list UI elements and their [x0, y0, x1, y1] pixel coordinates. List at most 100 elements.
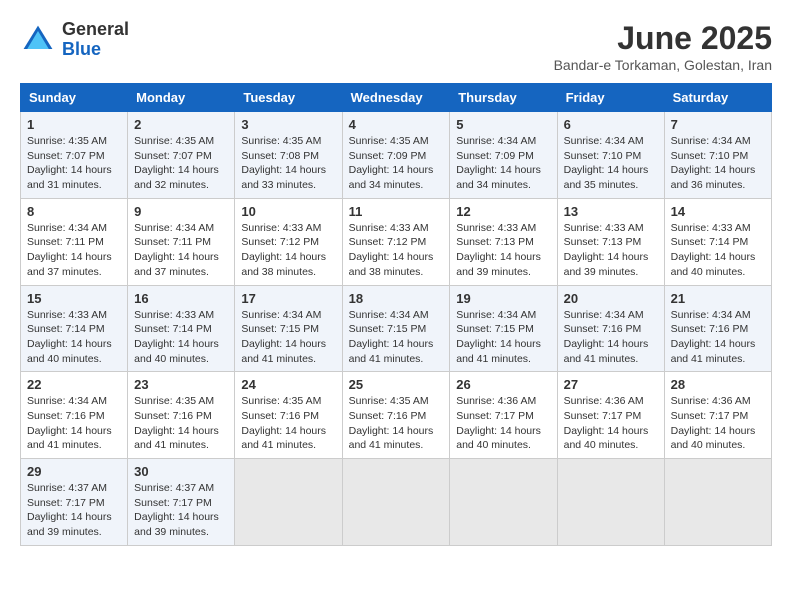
calendar-week-1: 1Sunrise: 4:35 AM Sunset: 7:07 PM Daylig…: [21, 112, 772, 199]
day-number: 22: [27, 377, 121, 392]
calendar-cell: 9 Sunrise: 4:34 AM Sunset: 7:11 PM Daylig…: [128, 198, 235, 285]
day-info: Sunrise: 4:34 AM Sunset: 7:15 PM Dayligh…: [456, 308, 550, 367]
day-info: Sunrise: 4:34 AM Sunset: 7:09 PM Dayligh…: [456, 134, 550, 193]
calendar-cell: 18 Sunrise: 4:34 AM Sunset: 7:15 PM Dayli…: [342, 285, 450, 372]
day-number: 6: [564, 117, 658, 132]
calendar-cell: 29 Sunrise: 4:37 AM Sunset: 7:17 PM Dayli…: [21, 459, 128, 546]
day-number: 7: [671, 117, 765, 132]
day-info: Sunrise: 4:36 AM Sunset: 7:17 PM Dayligh…: [671, 394, 765, 453]
calendar-cell: 10Sunrise: 4:33 AM Sunset: 7:12 PM Dayli…: [235, 198, 342, 285]
column-header-saturday: Saturday: [664, 84, 771, 112]
day-info: Sunrise: 4:34 AM Sunset: 7:10 PM Dayligh…: [671, 134, 765, 193]
calendar-cell: 27Sunrise: 4:36 AM Sunset: 7:17 PM Dayli…: [557, 372, 664, 459]
day-number: 14: [671, 204, 765, 219]
day-info: Sunrise: 4:35 AM Sunset: 7:07 PM Dayligh…: [134, 134, 228, 193]
calendar-header-row: SundayMondayTuesdayWednesdayThursdayFrid…: [21, 84, 772, 112]
page-header: General Blue June 2025 Bandar-e Torkaman…: [20, 20, 772, 73]
day-info: Sunrise: 4:35 AM Sunset: 7:16 PM Dayligh…: [349, 394, 444, 453]
day-number: 24: [241, 377, 335, 392]
day-info: Sunrise: 4:33 AM Sunset: 7:12 PM Dayligh…: [349, 221, 444, 280]
day-number: 13: [564, 204, 658, 219]
logo-text: General Blue: [62, 20, 129, 60]
calendar-cell: [235, 459, 342, 546]
day-info: Sunrise: 4:33 AM Sunset: 7:14 PM Dayligh…: [27, 308, 121, 367]
calendar-cell: 11 Sunrise: 4:33 AM Sunset: 7:12 PM Dayli…: [342, 198, 450, 285]
calendar-cell: 13 Sunrise: 4:33 AM Sunset: 7:13 PM Dayli…: [557, 198, 664, 285]
column-header-friday: Friday: [557, 84, 664, 112]
calendar-cell: [450, 459, 557, 546]
calendar-cell: 25Sunrise: 4:35 AM Sunset: 7:16 PM Dayli…: [342, 372, 450, 459]
day-info: Sunrise: 4:36 AM Sunset: 7:17 PM Dayligh…: [456, 394, 550, 453]
calendar-cell: 6 Sunrise: 4:34 AM Sunset: 7:10 PM Daylig…: [557, 112, 664, 199]
day-number: 2: [134, 117, 228, 132]
day-info: Sunrise: 4:34 AM Sunset: 7:11 PM Dayligh…: [27, 221, 121, 280]
calendar-cell: 14 Sunrise: 4:33 AM Sunset: 7:14 PM Dayli…: [664, 198, 771, 285]
column-header-wednesday: Wednesday: [342, 84, 450, 112]
day-info: Sunrise: 4:33 AM Sunset: 7:14 PM Dayligh…: [134, 308, 228, 367]
column-header-tuesday: Tuesday: [235, 84, 342, 112]
day-number: 17: [241, 291, 335, 306]
calendar-week-3: 15 Sunrise: 4:33 AM Sunset: 7:14 PM Dayli…: [21, 285, 772, 372]
month-title: June 2025: [554, 20, 772, 57]
day-number: 29: [27, 464, 121, 479]
day-number: 10: [241, 204, 335, 219]
day-number: 11: [349, 204, 444, 219]
calendar-cell: 12 Sunrise: 4:33 AM Sunset: 7:13 PM Dayli…: [450, 198, 557, 285]
calendar-cell: 15 Sunrise: 4:33 AM Sunset: 7:14 PM Dayli…: [21, 285, 128, 372]
column-header-monday: Monday: [128, 84, 235, 112]
column-header-thursday: Thursday: [450, 84, 557, 112]
day-number: 15: [27, 291, 121, 306]
day-info: Sunrise: 4:33 AM Sunset: 7:13 PM Dayligh…: [456, 221, 550, 280]
calendar-cell: 26Sunrise: 4:36 AM Sunset: 7:17 PM Dayli…: [450, 372, 557, 459]
day-number: 19: [456, 291, 550, 306]
day-number: 8: [27, 204, 121, 219]
day-info: Sunrise: 4:34 AM Sunset: 7:16 PM Dayligh…: [27, 394, 121, 453]
day-info: Sunrise: 4:35 AM Sunset: 7:09 PM Dayligh…: [349, 134, 444, 193]
calendar-cell: 28Sunrise: 4:36 AM Sunset: 7:17 PM Dayli…: [664, 372, 771, 459]
calendar-week-5: 29 Sunrise: 4:37 AM Sunset: 7:17 PM Dayli…: [21, 459, 772, 546]
day-number: 23: [134, 377, 228, 392]
day-number: 4: [349, 117, 444, 132]
day-info: Sunrise: 4:37 AM Sunset: 7:17 PM Dayligh…: [27, 481, 121, 540]
day-info: Sunrise: 4:34 AM Sunset: 7:16 PM Dayligh…: [564, 308, 658, 367]
calendar-cell: 2 Sunrise: 4:35 AM Sunset: 7:07 PM Daylig…: [128, 112, 235, 199]
day-number: 12: [456, 204, 550, 219]
day-number: 9: [134, 204, 228, 219]
day-info: Sunrise: 4:33 AM Sunset: 7:13 PM Dayligh…: [564, 221, 658, 280]
calendar-week-4: 22 Sunrise: 4:34 AM Sunset: 7:16 PM Dayli…: [21, 372, 772, 459]
calendar-cell: 17Sunrise: 4:34 AM Sunset: 7:15 PM Dayli…: [235, 285, 342, 372]
calendar-week-2: 8 Sunrise: 4:34 AM Sunset: 7:11 PM Daylig…: [21, 198, 772, 285]
calendar-cell: [557, 459, 664, 546]
calendar-cell: 20 Sunrise: 4:34 AM Sunset: 7:16 PM Dayli…: [557, 285, 664, 372]
column-header-sunday: Sunday: [21, 84, 128, 112]
day-info: Sunrise: 4:35 AM Sunset: 7:16 PM Dayligh…: [134, 394, 228, 453]
day-number: 21: [671, 291, 765, 306]
calendar-cell: 3Sunrise: 4:35 AM Sunset: 7:08 PM Daylig…: [235, 112, 342, 199]
calendar-cell: [664, 459, 771, 546]
day-number: 18: [349, 291, 444, 306]
calendar-cell: 1Sunrise: 4:35 AM Sunset: 7:07 PM Daylig…: [21, 112, 128, 199]
day-number: 30: [134, 464, 228, 479]
logo-icon: [20, 22, 56, 58]
calendar-cell: 21Sunrise: 4:34 AM Sunset: 7:16 PM Dayli…: [664, 285, 771, 372]
day-info: Sunrise: 4:35 AM Sunset: 7:08 PM Dayligh…: [241, 134, 335, 193]
day-info: Sunrise: 4:34 AM Sunset: 7:11 PM Dayligh…: [134, 221, 228, 280]
calendar-cell: 8 Sunrise: 4:34 AM Sunset: 7:11 PM Daylig…: [21, 198, 128, 285]
calendar-cell: 30 Sunrise: 4:37 AM Sunset: 7:17 PM Dayli…: [128, 459, 235, 546]
calendar-cell: 22 Sunrise: 4:34 AM Sunset: 7:16 PM Dayli…: [21, 372, 128, 459]
calendar-cell: 19 Sunrise: 4:34 AM Sunset: 7:15 PM Dayli…: [450, 285, 557, 372]
calendar-cell: [342, 459, 450, 546]
day-info: Sunrise: 4:35 AM Sunset: 7:16 PM Dayligh…: [241, 394, 335, 453]
day-info: Sunrise: 4:34 AM Sunset: 7:15 PM Dayligh…: [349, 308, 444, 367]
day-number: 20: [564, 291, 658, 306]
calendar-cell: 5Sunrise: 4:34 AM Sunset: 7:09 PM Daylig…: [450, 112, 557, 199]
day-number: 27: [564, 377, 658, 392]
day-info: Sunrise: 4:33 AM Sunset: 7:14 PM Dayligh…: [671, 221, 765, 280]
calendar-cell: 4 Sunrise: 4:35 AM Sunset: 7:09 PM Daylig…: [342, 112, 450, 199]
calendar-cell: 16Sunrise: 4:33 AM Sunset: 7:14 PM Dayli…: [128, 285, 235, 372]
day-info: Sunrise: 4:35 AM Sunset: 7:07 PM Dayligh…: [27, 134, 121, 193]
calendar-cell: 7 Sunrise: 4:34 AM Sunset: 7:10 PM Daylig…: [664, 112, 771, 199]
day-info: Sunrise: 4:34 AM Sunset: 7:10 PM Dayligh…: [564, 134, 658, 193]
title-area: June 2025 Bandar-e Torkaman, Golestan, I…: [554, 20, 772, 73]
day-info: Sunrise: 4:37 AM Sunset: 7:17 PM Dayligh…: [134, 481, 228, 540]
